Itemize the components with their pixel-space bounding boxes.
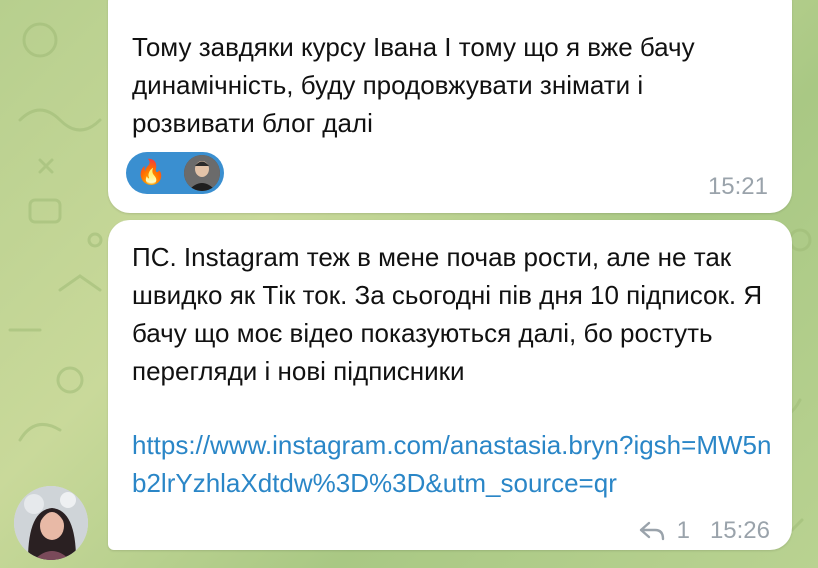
- message-text: Тому завдяки курсу Івана І тому що я вже…: [132, 32, 702, 138]
- reply-count: 1: [676, 517, 690, 544]
- reaction-chip[interactable]: 🔥: [126, 152, 224, 194]
- message-text: ПС. Instagram теж в мене почав рости, ал…: [132, 242, 770, 386]
- message-bubble-1[interactable]: Тому завдяки курсу Івана І тому що я вже…: [108, 0, 792, 213]
- reply-indicator[interactable]: 1: [639, 516, 690, 546]
- message-bubble-2[interactable]: ПС. Instagram теж в мене почав рости, ал…: [108, 220, 792, 550]
- instagram-link[interactable]: https://www.instagram.com/anastasia.bryn…: [132, 426, 772, 502]
- sender-avatar[interactable]: [14, 486, 88, 560]
- fire-emoji-icon: 🔥: [136, 159, 166, 186]
- message-time: 15:21: [707, 173, 768, 200]
- message-time: 15:26: [709, 517, 770, 544]
- reactor-avatar: [184, 155, 220, 191]
- reply-arrow-icon: [639, 521, 664, 541]
